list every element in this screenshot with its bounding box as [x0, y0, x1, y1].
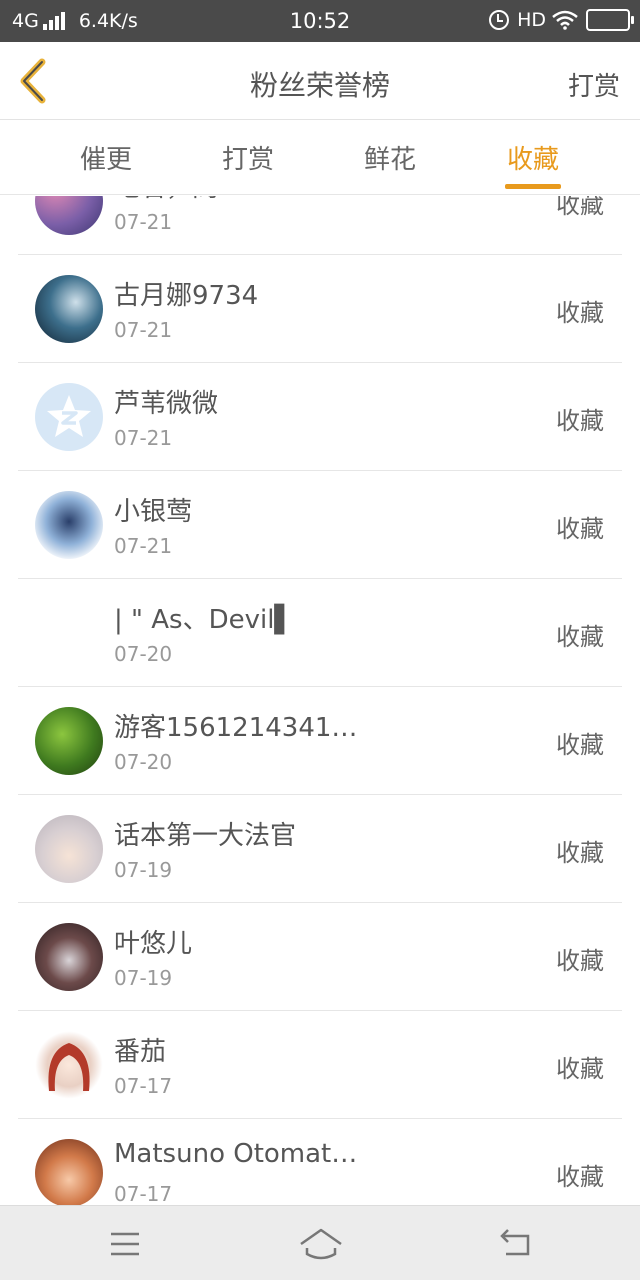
action-date: 07-21 [114, 318, 173, 342]
wifi-icon [552, 10, 578, 30]
action-date: 07-19 [114, 858, 173, 882]
list-item[interactable]: 叶悠儿 07-19 收藏 [18, 903, 622, 1011]
action-type: 收藏 [556, 731, 604, 759]
action-type: 收藏 [556, 196, 604, 219]
list-item[interactable]: | " As、Devil▌ 07-20 收藏 [18, 579, 622, 687]
menu-icon [111, 1232, 139, 1256]
action-type: 收藏 [556, 299, 604, 327]
action-type: 收藏 [556, 1055, 604, 1083]
action-type: 收藏 [556, 839, 604, 867]
list-item[interactable]: 小银莺 07-21 收藏 [18, 471, 622, 579]
system-nav-bar [0, 1205, 640, 1280]
list-item[interactable]: 话本第一大法官 07-19 收藏 [18, 795, 622, 903]
avatar [35, 599, 103, 667]
avatar [35, 1139, 103, 1205]
avatar [35, 491, 103, 559]
user-name: 小银莺 [114, 497, 193, 527]
battery-icon [586, 9, 634, 31]
action-date: 07-21 [114, 210, 173, 234]
menu-button[interactable] [105, 1224, 145, 1264]
action-date: 07-21 [114, 426, 173, 450]
user-name: | " As、Devil▌ [114, 605, 295, 635]
action-date: 07-19 [114, 966, 173, 990]
default-avatar-icon [47, 395, 91, 437]
user-name: 古月娜9734 [114, 281, 259, 311]
avatar [35, 923, 103, 991]
list-item[interactable]: 地名，阁 07-21 收藏 [18, 196, 622, 255]
action-type: 收藏 [556, 407, 604, 435]
action-type: 收藏 [556, 515, 604, 543]
action-date: 07-17 [114, 1074, 173, 1098]
user-name: 芦苇微微 [114, 389, 219, 419]
alarm-icon [489, 10, 510, 30]
action-type: 收藏 [556, 947, 604, 975]
list-item[interactable]: 芦苇微微 07-21 收藏 [18, 363, 622, 471]
back-icon [500, 1229, 530, 1256]
reward-button[interactable]: 打赏 [568, 66, 620, 103]
page-title: 粉丝荣誉榜 [249, 69, 390, 102]
home-button[interactable] [298, 1224, 344, 1264]
avatar [35, 275, 103, 343]
tab-bar: 催更 打赏 鲜花 收藏 [0, 121, 640, 195]
tab-flowers[interactable]: 鲜花 [330, 139, 450, 176]
avatar [35, 815, 103, 883]
action-date: 07-20 [114, 750, 173, 774]
avatar [35, 196, 103, 235]
action-type: 收藏 [556, 1163, 604, 1191]
list-item[interactable]: 古月娜9734 07-21 收藏 [18, 255, 622, 363]
back-nav-button[interactable] [496, 1224, 536, 1264]
user-name: 叶悠儿 [114, 929, 193, 959]
home-icon [300, 1228, 342, 1260]
list-item[interactable]: 番茄 07-17 收藏 [18, 1011, 622, 1119]
header: 粉丝荣誉榜 打赏 [0, 42, 640, 120]
tab-favorites[interactable]: 收藏 [473, 139, 593, 176]
tab-urge[interactable]: 催更 [46, 139, 166, 176]
user-name: 地名，阁 [114, 196, 218, 204]
status-bar: 4G 6.4K/s 10:52 HD [0, 0, 640, 42]
action-date: 07-17 [114, 1182, 173, 1205]
action-type: 收藏 [556, 623, 604, 651]
fan-list: 地名，阁 07-21 收藏 古月娜9734 07-21 收藏 芦苇微微 07-2… [0, 196, 640, 1205]
hd-indicator: HD [517, 9, 546, 31]
list-item[interactable]: Matsuno Otomat… 07-17 收藏 [18, 1119, 622, 1205]
action-date: 07-21 [114, 534, 173, 558]
avatar [35, 1031, 103, 1099]
tab-reward[interactable]: 打赏 [188, 139, 308, 176]
active-tab-indicator [505, 184, 561, 189]
avatar [35, 707, 103, 775]
action-date: 07-20 [114, 642, 173, 666]
list-item[interactable]: 游客1561214341… 07-20 收藏 [18, 687, 622, 795]
avatar [35, 383, 103, 451]
user-name: Matsuno Otomat… [114, 1139, 358, 1169]
user-name: 番茄 [114, 1037, 167, 1067]
user-name: 话本第一大法官 [114, 821, 297, 851]
avatar-hair [48, 1043, 90, 1091]
user-name: 游客1561214341… [114, 713, 358, 743]
